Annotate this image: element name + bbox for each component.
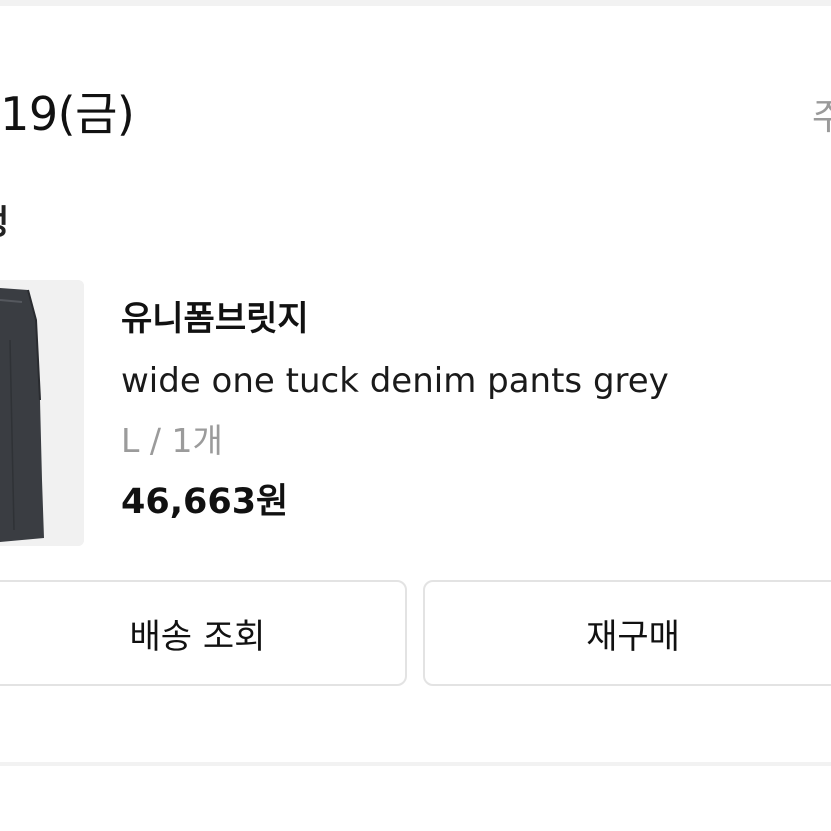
product-name[interactable]: wide one tuck denim pants grey [121, 358, 669, 404]
section-divider [0, 762, 831, 766]
product-brand[interactable]: 유니폼브릿지 [121, 296, 309, 342]
product-price: 46,663원 [121, 482, 289, 522]
reorder-button[interactable]: 재구매 [423, 580, 831, 686]
section-divider [0, 0, 831, 6]
product-option: L / 1개 [121, 421, 223, 460]
order-card: .19(금) 주 정 유니폼브릿지 wide one tuck denim pa… [0, 0, 831, 831]
order-detail-link[interactable]: 주 [812, 96, 831, 140]
order-date: .19(금) [0, 87, 135, 141]
order-status: 정 [0, 198, 9, 248]
pants-thumbnail-icon [0, 280, 84, 546]
product-image[interactable] [0, 280, 84, 546]
track-shipping-button[interactable]: 배송 조회 [0, 580, 407, 686]
